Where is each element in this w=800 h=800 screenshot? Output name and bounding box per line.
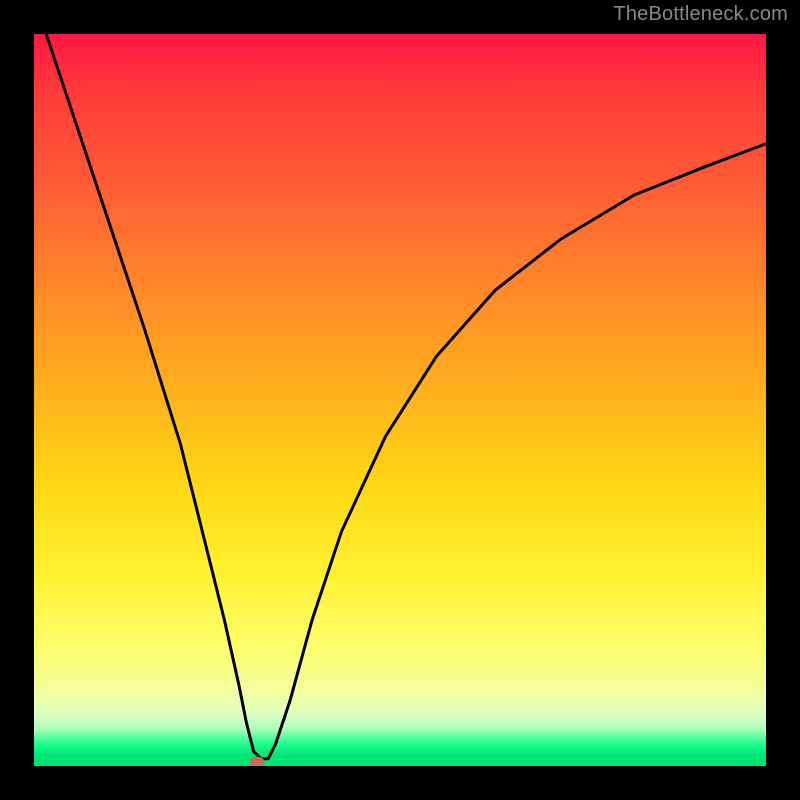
optimal-point-marker <box>250 757 264 766</box>
watermark-text: TheBottleneck.com <box>613 3 788 26</box>
chart-frame: TheBottleneck.com <box>0 0 800 800</box>
bottleneck-curve <box>34 34 766 766</box>
plot-area <box>34 34 766 766</box>
